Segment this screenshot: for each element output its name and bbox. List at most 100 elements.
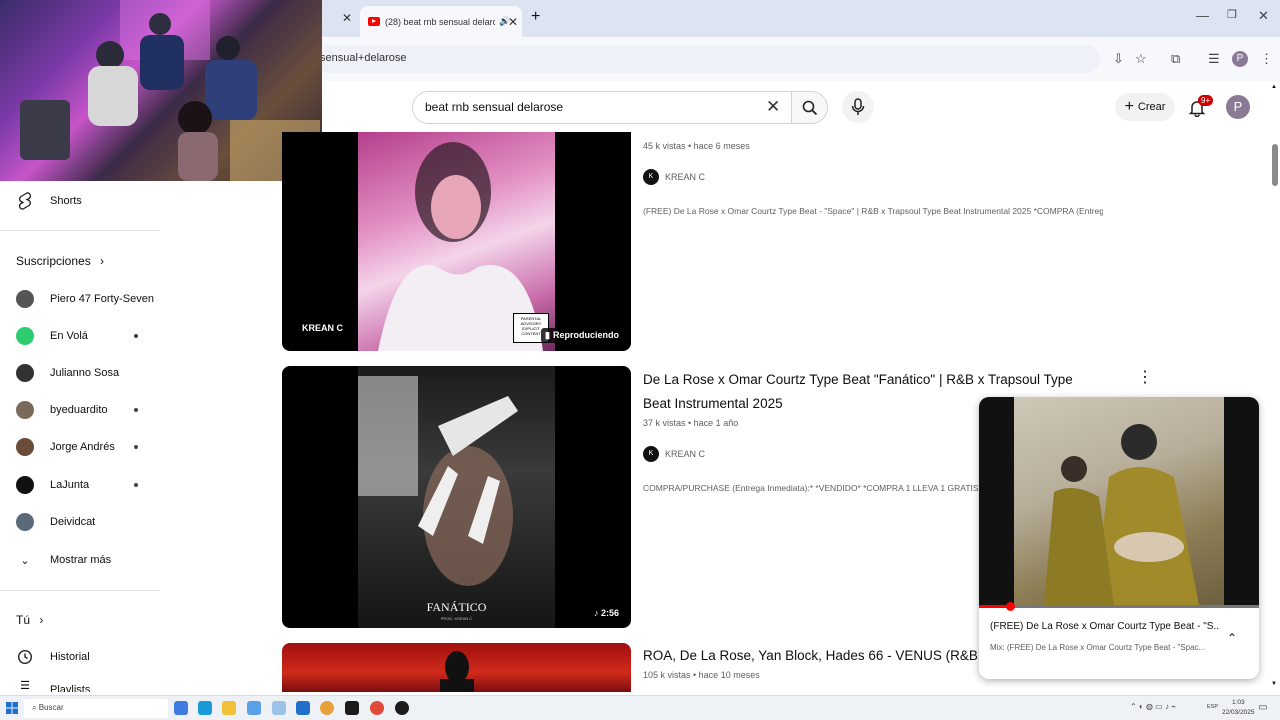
video-description: COMPRA/PURCHASE (Entrega Inmediata):* *V… [643,483,979,493]
sidebar-item-label: Jorge Andrés [50,441,115,453]
sidebar-item-subscription[interactable]: En Volá [16,318,156,354]
minimize-icon[interactable]: — [1196,8,1209,23]
now-playing-badge: ▮ Reproduciendo [541,328,623,343]
you-heading[interactable]: Tú › [16,613,43,627]
sidebar-item-label: Deividcat [50,516,96,528]
account-avatar[interactable]: P [1226,95,1250,119]
scroll-down-icon[interactable]: ▼ [1271,681,1277,687]
sidebar-item-subscription[interactable]: Deividcat [16,504,156,540]
microphone-icon [851,98,865,115]
browser-app-icon[interactable] [320,701,334,715]
file-explorer-icon[interactable] [222,701,236,715]
search-icon [802,100,818,116]
reading-list-icon[interactable]: ☰ [1208,51,1220,67]
obs-app-icon[interactable] [395,701,409,715]
search-button[interactable] [792,91,828,124]
miniplayer-progress[interactable] [979,602,1259,611]
hand-figure [358,376,518,586]
edge-app-icon[interactable] [198,701,212,715]
miniplayer[interactable]: (FREE) De La Rose x Omar Courtz Type Bea… [979,397,1259,679]
tab-close-icon[interactable]: ✕ [342,11,352,25]
video-thumbnail[interactable]: FANÁTICO PROD. KREAN C ♪ 2:56 [282,366,631,628]
install-app-icon[interactable]: ⇩ [1113,51,1124,67]
channel-row[interactable]: K KREAN C [643,446,705,462]
chrome-app-icon[interactable] [370,701,384,715]
sidebar-item-subscription[interactable]: Julianno Sosa [16,355,156,391]
scene-figures [1044,424,1199,605]
profile-avatar[interactable]: P [1232,51,1248,67]
create-label: Crear [1137,101,1166,113]
avatar [16,476,34,494]
notification-center-icon[interactable]: ▭ [1258,702,1267,713]
sidebar-item-history[interactable]: Historial [16,639,156,675]
sidebar-show-more[interactable]: ⌄ Mostrar más [16,542,156,578]
channel-row[interactable]: K KREAN C [643,169,705,185]
taskbar-search-input[interactable]: ⌕ Buscar [24,699,168,718]
you-heading-label: Tú [16,613,31,627]
store-app-icon[interactable] [247,701,261,715]
new-tab-plus-icon[interactable]: + [531,8,540,26]
new-content-dot [134,445,138,449]
video-meta: 37 k vistas • hace 1 año [643,418,739,428]
miniplayer-scrubber[interactable] [1005,602,1015,611]
video-thumbnail[interactable] [282,643,631,692]
channel-name: KREAN C [665,172,706,182]
video-meta: 105 k vistas • hace 10 meses [643,670,760,680]
avatar [16,290,34,308]
browser-tab-active[interactable]: (28) beat rnb sensual delarose - YouT 🔊 … [360,6,522,37]
notifications-badge: 9+ [1198,95,1214,106]
tab-title: (28) beat rnb sensual delarose - YouT [385,16,495,27]
media-app-icon[interactable] [345,701,359,715]
address-bar[interactable]: sensual+delarose [310,45,1100,73]
search-value: beat rnb sensual delarose [425,100,564,114]
copilot-app-icon[interactable] [174,701,188,715]
more-options-icon[interactable]: ⋮ [1137,367,1153,387]
create-button[interactable]: + Crear [1115,93,1175,121]
youtube-favicon-icon [368,17,380,26]
vscode-app-icon[interactable] [296,701,310,715]
thumbnail-title: FANÁTICO [426,600,487,614]
music-note-icon: ♪ [593,608,601,618]
settings-app-icon[interactable] [272,701,286,715]
channel-avatar: K [643,169,659,185]
sidebar-item-subscription[interactable]: LaJunta [16,467,156,503]
voice-search-button[interactable] [842,91,874,123]
sidebar-item-subscription[interactable]: Piero 47 Forty-Seven [16,281,156,317]
page-scrollbar[interactable]: ▲ ▼ [1270,84,1280,692]
sidebar-item-subscription[interactable]: Jorge Andrés [16,429,156,465]
miniplayer-video[interactable] [979,397,1259,607]
search-clear-icon[interactable]: ✕ [766,97,780,117]
sidebar-item-label: Mostrar más [50,554,112,566]
address-text: sensual+delarose [320,52,407,64]
system-tray-icons[interactable]: ⌃ ◐ ◍ ▭ ♪ ⌁ [1130,702,1176,711]
video-thumbnail[interactable]: PARENTAL ADVISORY EXPLICIT CONTENT KREAN… [282,132,631,351]
search-input[interactable]: beat rnb sensual delarose [412,91,792,124]
miniplayer-title: (FREE) De La Rose x Omar Courtz Type Bea… [990,621,1220,632]
input-language[interactable]: ESP [1207,704,1218,710]
video-title[interactable]: ROA, De La Rose, Yan Block, Hades 66 - V… [643,644,979,668]
chevron-right-icon: › [39,613,44,627]
video-frame [1014,397,1224,605]
sidebar-item-label: En Volá [50,330,88,342]
scroll-thumb[interactable] [1272,144,1278,186]
windows-start-icon[interactable] [6,702,18,714]
os-taskbar: ⌕ Buscar ⌃ ◐ ◍ ▭ ♪ ⌁ ESP 1:03 22/03/2025… [0,695,1280,720]
sidebar-divider [0,230,160,231]
active-tab-close-icon[interactable]: ✕ [508,15,518,29]
duration-text: 2:56 [600,608,619,618]
new-content-dot [134,408,138,412]
chevron-up-icon[interactable]: ⌃ [1227,631,1237,645]
restore-icon[interactable]: ❐ [1227,8,1237,21]
browser-menu-icon[interactable]: ⋮ [1260,51,1273,67]
subscriptions-heading[interactable]: Suscripciones › [16,254,104,268]
system-clock[interactable]: 1:03 22/03/2025 [1222,698,1255,718]
sidebar-item-playlists[interactable]: ☰ Playlists [16,676,156,693]
bookmark-star-icon[interactable]: ☆ [1135,51,1147,67]
clock-date: 22/03/2025 [1222,709,1255,716]
scroll-up-icon[interactable]: ▲ [1271,84,1277,90]
sidebar-item-label: Shorts [50,195,82,207]
sidebar-item-shorts[interactable]: Shorts [16,183,156,219]
extensions-puzzle-icon[interactable]: ⧉ [1171,51,1180,67]
sidebar-item-subscription[interactable]: byeduardito [16,392,156,428]
window-close-icon[interactable]: ✕ [1258,8,1269,24]
